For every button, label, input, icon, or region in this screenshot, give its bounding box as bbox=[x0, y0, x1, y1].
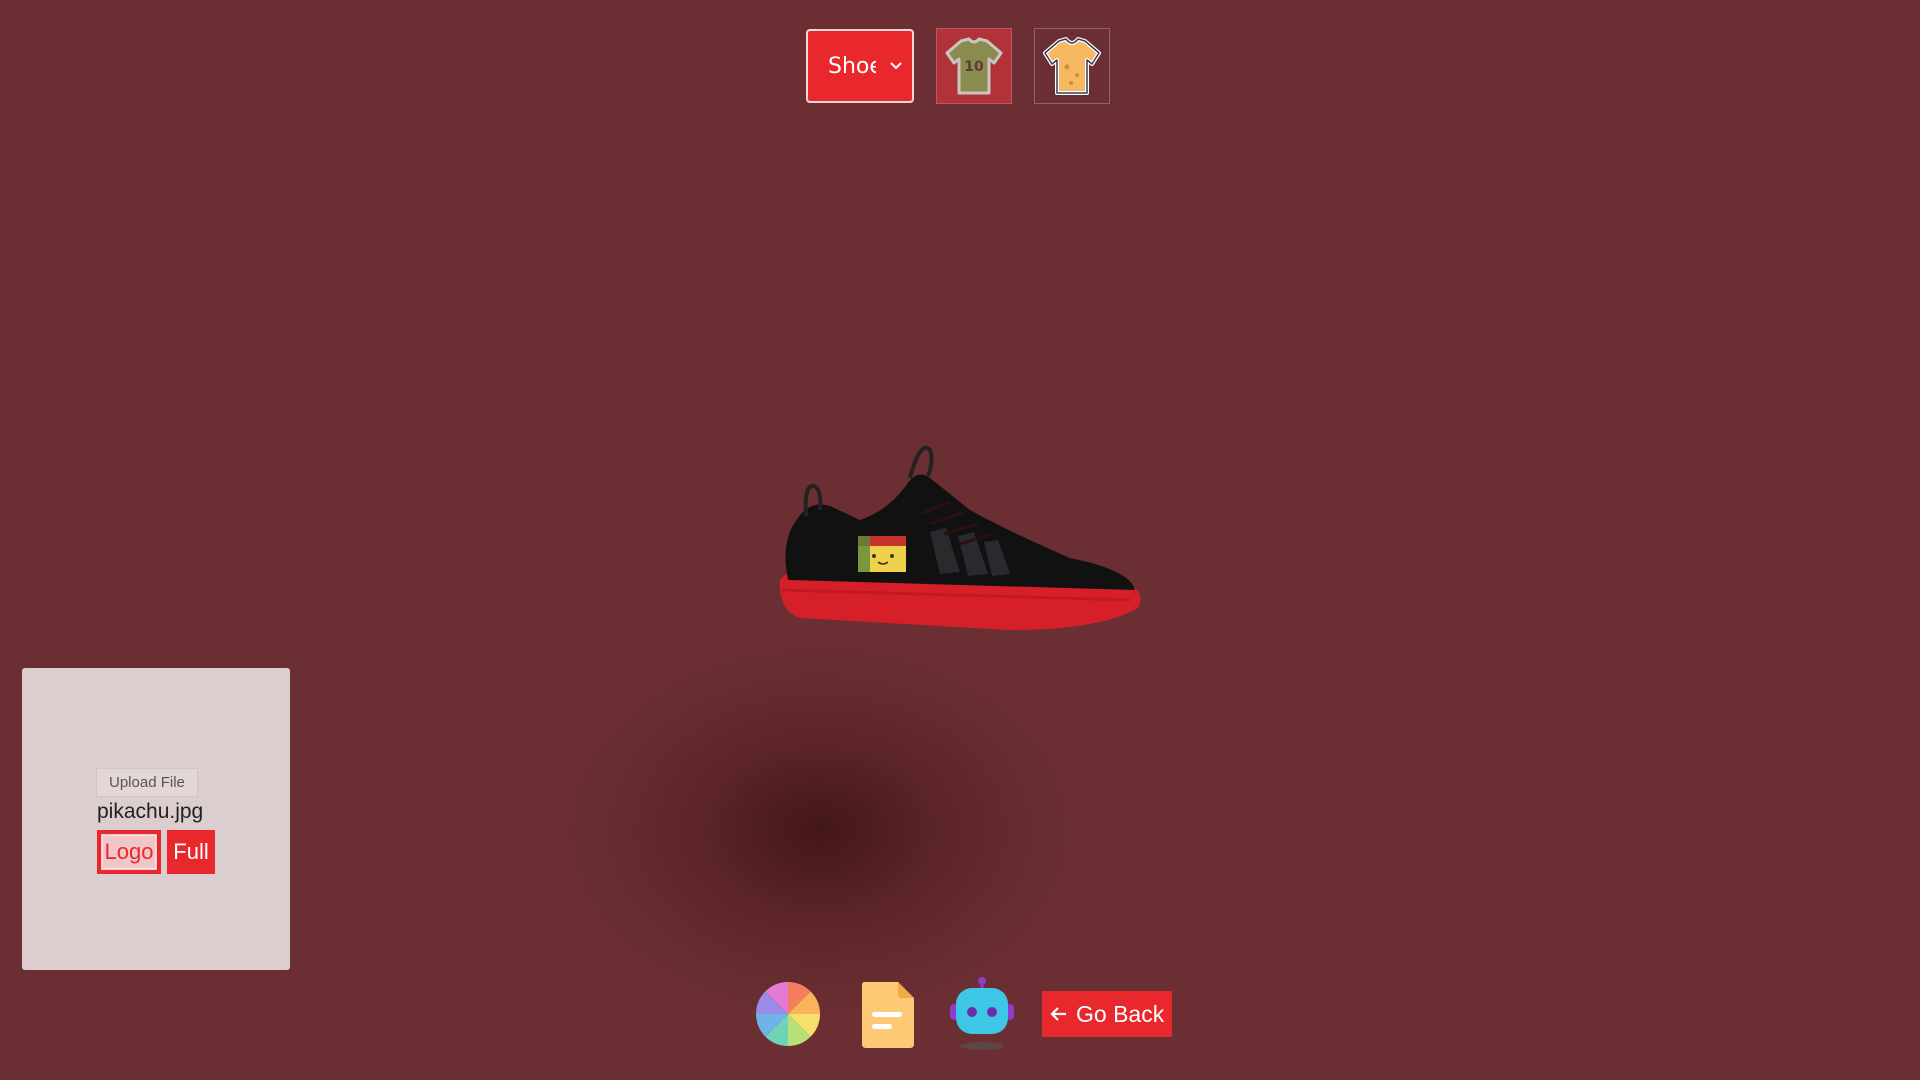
ai-picker-button[interactable] bbox=[948, 977, 1016, 1050]
file-picker-button[interactable] bbox=[854, 978, 922, 1050]
full-mode-button[interactable]: Full bbox=[167, 830, 215, 874]
jersey-tile[interactable]: 10 bbox=[936, 28, 1012, 104]
upload-panel: Upload File pikachu.jpg Logo Full bbox=[22, 668, 290, 970]
chevron-down-icon bbox=[890, 62, 902, 70]
go-back-button[interactable]: Go Back bbox=[1042, 991, 1173, 1037]
upload-file-button[interactable]: Upload File bbox=[96, 768, 198, 797]
model-select[interactable]: Shoe bbox=[806, 29, 914, 103]
robot-icon bbox=[950, 977, 1014, 1050]
tshirt-tile[interactable] bbox=[1034, 28, 1110, 104]
jersey-icon: 10 bbox=[945, 37, 1003, 95]
bottom-toolbar: Go Back bbox=[754, 977, 1173, 1050]
logo-mode-button[interactable]: Logo bbox=[97, 830, 161, 874]
file-icon bbox=[862, 982, 914, 1048]
shoe-illustration bbox=[779, 446, 1141, 630]
top-toolbar: Shoe 10 bbox=[806, 28, 1110, 104]
decal-mode-group: Logo Full bbox=[97, 830, 215, 874]
tshirt-icon bbox=[1043, 37, 1101, 95]
jersey-number: 10 bbox=[964, 59, 984, 75]
model-select-value: Shoe bbox=[828, 53, 876, 79]
scene-shadow bbox=[560, 640, 1080, 1020]
color-wheel-icon bbox=[756, 982, 820, 1046]
shoe-model[interactable] bbox=[770, 440, 1150, 640]
go-back-label: Go Back bbox=[1076, 1000, 1165, 1027]
arrow-left-icon bbox=[1050, 1007, 1066, 1021]
color-picker-button[interactable] bbox=[754, 978, 822, 1050]
file-name: pikachu.jpg bbox=[97, 800, 204, 823]
